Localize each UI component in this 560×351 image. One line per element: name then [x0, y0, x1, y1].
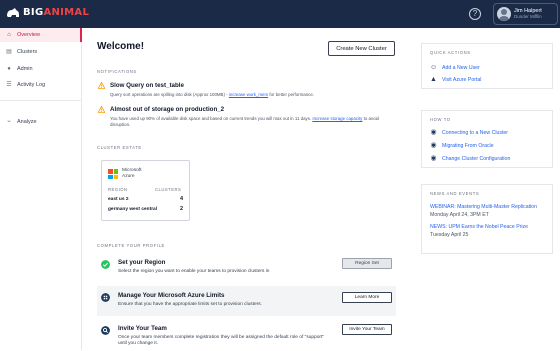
- logo-icon: [7, 8, 19, 17]
- step-title: Set your Region: [118, 259, 166, 266]
- news-link[interactable]: WEBINAR: Mastering Multi-Master Replicat…: [430, 204, 537, 210]
- user-org: Dunder Mifflin: [514, 14, 542, 19]
- page-title: Welcome!: [97, 41, 145, 52]
- help-icon[interactable]: ?: [469, 8, 481, 20]
- notification-body: You have used up 90% of available disk s…: [110, 116, 390, 127]
- warning-icon: [98, 82, 105, 89]
- cluster-estate-heading: CLUSTER ESTATE: [97, 145, 142, 150]
- invite-team-icon: [101, 326, 110, 335]
- news-events-panel: NEWS AND EVENTS WEBINAR: Mastering Multi…: [421, 184, 553, 254]
- home-icon: ⌂: [7, 32, 11, 38]
- user-menu[interactable]: Jim Halpert Dunder Mifflin: [493, 3, 558, 25]
- connecting-to-cluster-link[interactable]: ◉ Connecting to a New Cluster: [430, 129, 508, 136]
- cluster-count: 4: [179, 196, 183, 202]
- provider-label: Microsoft Azure: [122, 168, 141, 179]
- notification-text: for better performance.: [268, 92, 315, 97]
- microsoft-icon: [108, 169, 118, 179]
- avatar: [497, 7, 511, 21]
- top-bar: BIGANIMAL ? Jim Halpert Dunder Mifflin: [0, 0, 560, 28]
- quick-actions-panel: QUICK ACTIONS ☺ Add a New User ▲ Visit A…: [421, 43, 553, 89]
- main-content: Welcome! Create New Cluster NOTIFICATION…: [83, 28, 410, 350]
- step-description: Select the region you want to enable you…: [118, 269, 270, 274]
- panel-heading: HOW TO: [430, 117, 451, 122]
- link-label: Visit Azure Portal: [442, 76, 482, 83]
- migrate-icon: ◉: [430, 142, 437, 149]
- profile-heading: COMPLETE YOUR PROFILE: [97, 243, 165, 248]
- sidebar-item-overview[interactable]: ⌂ Overview: [0, 28, 82, 42]
- notification-text: Query sort operations are spilling into …: [110, 92, 229, 97]
- chart-icon: ⌁: [7, 119, 11, 125]
- link-label: Add a New User: [442, 64, 480, 71]
- brand-prefix: BIG: [23, 7, 44, 18]
- sidebar-item-admin[interactable]: ● Admin: [0, 62, 82, 76]
- sidebar-divider: [0, 100, 82, 101]
- add-user-icon: ☺: [430, 64, 438, 71]
- change-cluster-config-link[interactable]: ◉ Change Cluster Configuration: [430, 155, 510, 162]
- region-name: germany west central: [108, 207, 158, 212]
- notification-text: You have used up 90% of available disk s…: [110, 116, 313, 121]
- migrating-from-oracle-link[interactable]: ◉ Migrating From Oracle: [430, 142, 494, 149]
- notifications-heading: NOTIFICATIONS: [97, 69, 137, 74]
- warning-icon: [98, 106, 105, 113]
- brand-suffix: ANIMAL: [43, 7, 90, 18]
- invite-your-team-button[interactable]: Invite Your Team: [342, 324, 392, 335]
- learn-more-button[interactable]: Learn More: [342, 292, 392, 303]
- sidebar-item-analyze[interactable]: ⌁ Analyze: [0, 115, 82, 129]
- sidebar-item-label: Clusters: [17, 49, 38, 55]
- panel-heading: NEWS AND EVENTS: [430, 191, 480, 196]
- limits-icon: [101, 293, 110, 302]
- notification-body: Query sort operations are spilling into …: [110, 92, 390, 98]
- step-description: Ensure that you have the appropriate lim…: [118, 302, 262, 307]
- link-label: Connecting to a New Cluster: [442, 129, 509, 136]
- link-label: Change Cluster Configuration: [442, 155, 511, 162]
- increase-storage-link[interactable]: Increase storage capacity: [312, 116, 362, 121]
- provider-line2: Azure: [122, 173, 135, 179]
- sidebar-item-label: Overview: [17, 32, 40, 38]
- sidebar-item-clusters[interactable]: ▤ Clusters: [0, 45, 82, 59]
- step-description: Once your team members complete registra…: [118, 335, 325, 346]
- biganimal-logo[interactable]: BIGANIMAL: [6, 7, 89, 18]
- visit-azure-portal-link[interactable]: ▲ Visit Azure Portal: [430, 76, 481, 83]
- increase-work-mem-link[interactable]: increase work_mem: [229, 92, 268, 97]
- connect-icon: ◉: [430, 129, 437, 136]
- sidebar-item-activity-log[interactable]: ☰ Activity Log: [0, 78, 82, 92]
- config-icon: ◉: [430, 155, 437, 162]
- news-date: Monday April 24, 3PM ET: [430, 212, 489, 218]
- create-new-cluster-button[interactable]: Create New Cluster: [328, 41, 395, 56]
- azure-icon: ▲: [430, 76, 437, 83]
- clusters-header: CLUSTERS: [155, 187, 182, 192]
- cluster-count: 2: [179, 206, 183, 212]
- log-icon: ☰: [6, 82, 12, 88]
- news-date: Tuesday April 25: [430, 232, 469, 238]
- provider-line1: Microsoft: [122, 168, 142, 173]
- add-new-user-link[interactable]: ☺ Add a New User: [430, 64, 480, 71]
- region-header: REGION: [108, 187, 128, 192]
- sidebar-item-label: Activity Log: [17, 82, 46, 88]
- profile-step: Manage Your Microsoft Azure Limits Ensur…: [97, 286, 396, 316]
- how-to-panel: HOW TO ◉ Connecting to a New Cluster ◉ M…: [421, 110, 553, 168]
- sidebar-item-label: Admin: [17, 66, 33, 72]
- step-title: Invite Your Team: [118, 325, 167, 332]
- panel-heading: QUICK ACTIONS: [430, 50, 471, 55]
- region-set-button[interactable]: Region Set: [342, 258, 392, 269]
- notification-title: Almost out of storage on production_2: [110, 106, 225, 113]
- region-name: east us 2: [108, 197, 129, 202]
- step-title: Manage Your Microsoft Azure Limits: [118, 292, 225, 299]
- person-icon: ●: [7, 66, 11, 72]
- cluster-estate-card[interactable]: Microsoft Azure REGION CLUSTERS east us …: [101, 160, 190, 221]
- sidebar-item-label: Analyze: [17, 119, 37, 125]
- notification-title: Slow Query on test_table: [110, 82, 184, 89]
- sidebar: ⌂ Overview ▤ Clusters ● Admin ☰ Activity…: [0, 28, 82, 350]
- profile-step: Set your Region Select the region you wa…: [97, 255, 396, 285]
- database-icon: ▤: [6, 49, 12, 55]
- profile-step: Invite Your Team Once your team members …: [97, 321, 396, 351]
- check-circle-icon: [101, 260, 110, 269]
- link-label: Migrating From Oracle: [442, 142, 494, 149]
- news-link[interactable]: NEWS: UPM Earns the Nobel Peace Prize: [430, 224, 528, 230]
- right-column: QUICK ACTIONS ☺ Add a New User ▲ Visit A…: [421, 28, 560, 350]
